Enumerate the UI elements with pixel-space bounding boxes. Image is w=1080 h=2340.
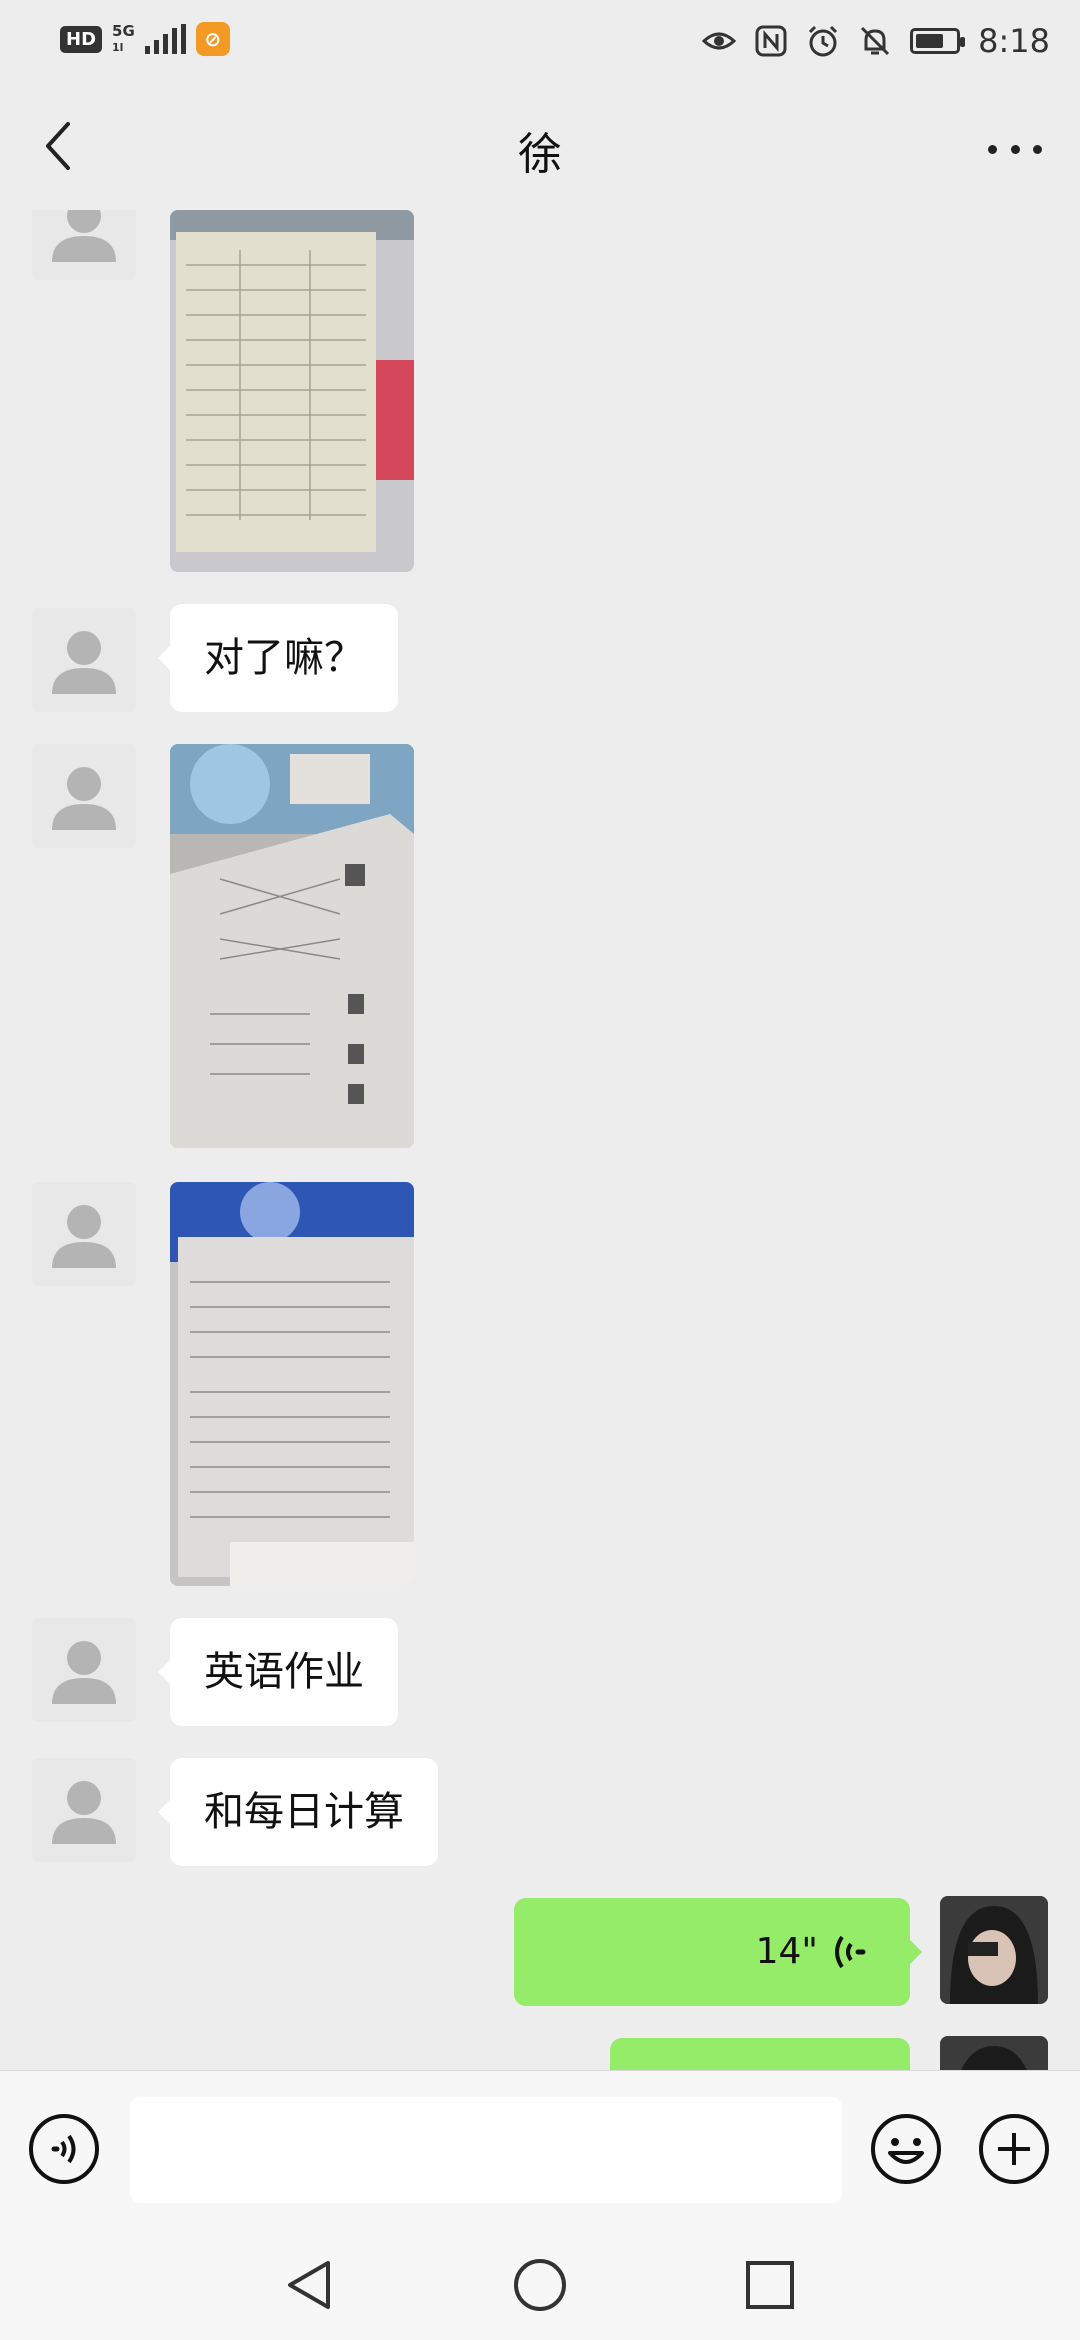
self-avatar[interactable] xyxy=(940,1896,1048,2004)
nav-home-icon[interactable] xyxy=(510,2255,570,2315)
image-message[interactable] xyxy=(170,1182,414,1586)
message-input[interactable] xyxy=(130,2097,842,2203)
image-message[interactable] xyxy=(170,210,414,572)
contact-avatar[interactable] xyxy=(32,1182,136,1286)
contact-avatar[interactable] xyxy=(32,744,136,848)
photo-thumbnail xyxy=(170,744,414,1148)
photo-thumbnail xyxy=(170,210,414,572)
voice-wave-icon xyxy=(835,1935,866,1969)
network-indicator: 5G 1l xyxy=(112,21,135,55)
voice-mode-icon[interactable] xyxy=(28,2113,100,2185)
status-bar: HD 5G 1l ⊘ 8:18 xyxy=(0,0,1080,80)
voice-duration: 14" xyxy=(755,1931,818,1972)
app-notification-icon: ⊘ xyxy=(195,22,230,56)
hd-badge: HD xyxy=(60,25,103,53)
input-bar xyxy=(0,2070,1080,2231)
battery-icon xyxy=(910,28,966,54)
text-message[interactable]: 英语作业 xyxy=(158,1618,398,1726)
photo-thumbnail xyxy=(170,1182,414,1586)
contact-avatar[interactable] xyxy=(32,608,136,712)
self-avatar[interactable] xyxy=(940,2036,1048,2070)
voice-message[interactable]: 14" xyxy=(514,1898,922,2006)
image-message[interactable] xyxy=(170,744,414,1148)
chat-header: 徐 xyxy=(0,90,1080,200)
status-right: 8:18 xyxy=(702,22,1050,60)
battery-fill xyxy=(916,34,944,48)
network-sub-label: 1l xyxy=(112,40,124,54)
bell-off-icon xyxy=(861,26,890,56)
system-nav-bar xyxy=(0,2231,1080,2340)
status-time: 8:18 xyxy=(978,22,1050,60)
emoji-icon[interactable] xyxy=(870,2113,942,2185)
contact-avatar[interactable] xyxy=(32,1758,136,1862)
eye-icon xyxy=(702,32,737,50)
contact-avatar[interactable] xyxy=(32,210,136,280)
self-avatar-photo xyxy=(940,1896,1048,2004)
text-message[interactable]: 对了嘛？ xyxy=(158,604,398,712)
alarm-icon xyxy=(809,25,838,57)
more-dots-icon[interactable] xyxy=(988,142,1042,156)
self-avatar-photo xyxy=(940,2036,1048,2070)
message-list[interactable]: 对了嘛？ 英语作业 和每日计算 14" xyxy=(0,210,1080,2070)
chat-title: 徐 xyxy=(518,129,562,180)
status-left: HD 5G 1l ⊘ xyxy=(60,22,230,56)
nav-back-icon[interactable] xyxy=(280,2255,340,2315)
plus-icon[interactable] xyxy=(978,2113,1050,2185)
contact-avatar[interactable] xyxy=(32,1618,136,1722)
signal-icon xyxy=(144,24,186,54)
nav-recent-icon[interactable] xyxy=(740,2255,800,2315)
network-label: 5G xyxy=(112,21,135,40)
text-message[interactable]: 和每日计算 xyxy=(158,1758,438,1866)
nfc-icon xyxy=(755,25,787,57)
voice-message[interactable] xyxy=(610,2038,910,2070)
